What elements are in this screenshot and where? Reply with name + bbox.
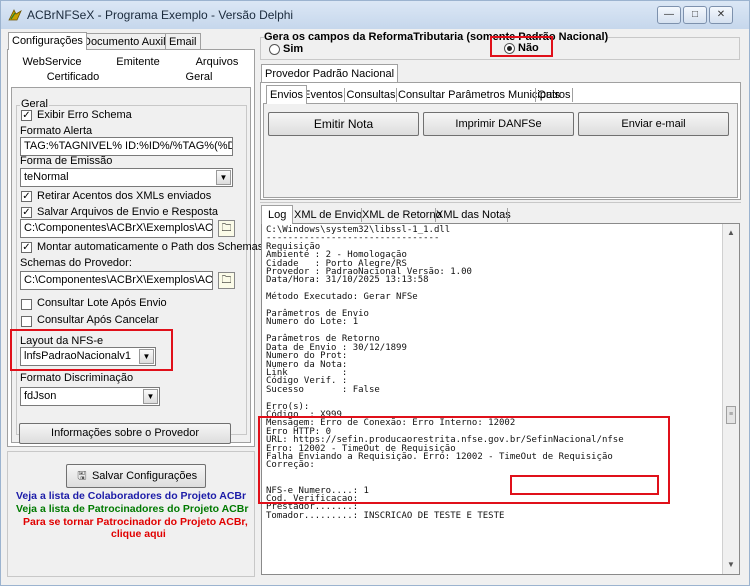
log-memo[interactable]: C:\Windows\system32\libssl-1_1.dll ------… — [261, 223, 740, 575]
radio-sim-label: Sim — [283, 43, 304, 55]
close-icon: ✕ — [716, 9, 726, 20]
main-window: ACBrNFSeX - Programa Exemplo - Versão De… — [0, 0, 750, 586]
tab-provedor-padrao-nacional[interactable]: Provedor Padrão Nacional — [261, 64, 399, 83]
formato-disc-value: fdJson — [24, 390, 57, 402]
vertical-scrollbar[interactable]: ▲ ≡ ▼ — [722, 224, 739, 574]
log-line: Sucesso : False — [266, 384, 380, 395]
formato-alerta-input[interactable]: TAG:%TAGNIVEL% ID:%ID%/%TAG%(%DESCRI — [20, 137, 233, 156]
window-title: ACBrNFSeX - Programa Exemplo - Versão De… — [27, 8, 294, 22]
minimize-icon: — — [664, 9, 674, 20]
enviar-email-button[interactable]: Enviar e-mail — [578, 112, 729, 136]
reforma-title: Gera os campos da ReformaTributaria (som… — [264, 31, 609, 43]
log-line: Tomador.........: INSCRICAO DE TESTE E T… — [266, 510, 505, 521]
info-provedor-button[interactable]: Informações sobre o Provedor — [19, 423, 231, 444]
link-patrocinadores[interactable]: Veja a lista de Patrocinadores do Projet… — [16, 503, 248, 515]
exibir-erro-label: Exibir Erro Schema — [37, 109, 132, 121]
salvar-config-label: Salvar Configurações — [91, 470, 198, 482]
link-tornar-patrocinador[interactable]: Para se tornar Patrocinador do Projeto A… — [23, 516, 248, 528]
forma-emissao-value: teNormal — [24, 171, 69, 183]
tab-email[interactable]: Email — [165, 33, 201, 50]
log-line: Data/Hora: 31/10/2025 13:13:58 — [266, 275, 429, 286]
browse-folder-button[interactable]: 🗀 — [218, 220, 235, 237]
retirar-acentos-label: Retirar Acentos dos XMLs enviados — [37, 190, 212, 202]
highlight-layout-box — [10, 329, 173, 371]
folder-icon: 🗀 — [221, 275, 232, 286]
app-icon — [8, 9, 22, 21]
montar-path-checkbox[interactable]: ✓ — [21, 242, 32, 253]
tab-divider — [507, 208, 508, 222]
highlight-timeout-box — [510, 475, 659, 495]
forma-emissao-select[interactable]: teNormal ▼ — [20, 168, 233, 187]
forma-emissao-label: Forma de Emissão — [20, 155, 113, 167]
tab-eventos[interactable]: Eventos — [303, 89, 343, 101]
log-line: Método Executado: Gerar NFSe — [266, 292, 418, 303]
consultar-cancelar-label: Consultar Após Cancelar — [37, 314, 159, 326]
scroll-down-icon[interactable]: ▼ — [727, 560, 735, 569]
log-line: -------------------------------- — [266, 233, 440, 244]
formato-disc-select[interactable]: fdJson ▼ — [20, 387, 160, 406]
tab-arquivos[interactable]: Arquivos — [185, 56, 249, 68]
schemas-label: Schemas do Provedor: — [20, 257, 132, 269]
close-button[interactable]: ✕ — [709, 6, 733, 24]
tab-divider — [396, 88, 397, 102]
salvar-arquivos-checkbox[interactable]: ✓ — [21, 207, 32, 218]
scroll-up-icon[interactable]: ▲ — [727, 228, 735, 237]
tab-divider — [535, 88, 536, 102]
tab-envios[interactable]: Envios — [266, 85, 308, 104]
imprimir-danfse-button[interactable]: Imprimir DANFSe — [423, 112, 574, 136]
log-line: Numero do Lote: 1 — [266, 317, 359, 328]
link-clique-aqui[interactable]: clique aqui — [111, 528, 166, 540]
minimize-button[interactable]: — — [657, 6, 681, 24]
retirar-acentos-checkbox[interactable]: ✓ — [21, 191, 32, 202]
maximize-button[interactable]: □ — [683, 6, 707, 24]
tab-log[interactable]: Log — [261, 205, 294, 224]
tab-xml-envio[interactable]: XML de Envio — [294, 209, 362, 221]
maximize-icon: □ — [691, 9, 699, 20]
tab-certificado[interactable]: Certificado — [13, 71, 133, 83]
tab-divider — [572, 88, 573, 102]
link-colaboradores[interactable]: Veja a lista de Colaboradores do Projeto… — [16, 490, 246, 502]
save-icon: 🖫 — [77, 470, 87, 482]
chevron-down-icon: ▼ — [143, 389, 158, 404]
exibir-erro-checkbox[interactable]: ✓ — [21, 110, 32, 121]
tab-outros[interactable]: Outros — [537, 89, 571, 101]
tab-geral[interactable]: Geral — [151, 71, 247, 83]
splitter[interactable] — [260, 202, 741, 203]
formato-alerta-label: Formato Alerta — [20, 125, 93, 137]
tab-divider — [435, 208, 436, 222]
folder-icon: 🗀 — [221, 223, 232, 234]
emitir-nota-button[interactable]: Emitir Nota — [268, 112, 419, 136]
title-bar: ACBrNFSeX - Programa Exemplo - Versão De… — [1, 1, 749, 29]
highlight-nao-box — [490, 36, 553, 57]
path-schemas-input[interactable]: C:\Componentes\ACBrX\Exemplos\ACBrDFe\S — [20, 271, 213, 290]
tab-divider — [361, 208, 362, 222]
tab-consultas[interactable]: Consultas — [346, 89, 396, 101]
tab-consultar-parametros[interactable]: Consultar Parâmetros Municipais — [398, 89, 560, 101]
salvar-arquivos-label: Salvar Arquivos de Envio e Resposta — [37, 206, 218, 218]
browse-schemas-button[interactable]: 🗀 — [218, 272, 235, 289]
tab-divider — [344, 88, 345, 102]
tab-configuracoes[interactable]: Configurações — [8, 32, 87, 50]
tab-webservice[interactable]: WebService — [13, 56, 91, 68]
path-arquivos-input[interactable]: C:\Componentes\ACBrX\Exemplos\ACBrDFe\A — [20, 219, 213, 238]
consultar-cancelar-checkbox[interactable] — [21, 316, 32, 327]
chevron-down-icon: ▼ — [216, 170, 231, 185]
tab-xml-retorno[interactable]: XML de Retorno — [362, 209, 442, 221]
formato-disc-label: Formato Discriminação — [20, 372, 134, 384]
salvar-config-button[interactable]: 🖫 Salvar Configurações — [66, 464, 206, 488]
tab-emitente[interactable]: Emitente — [103, 56, 173, 68]
radio-sim[interactable] — [269, 44, 280, 55]
consultar-lote-checkbox[interactable] — [21, 299, 32, 310]
consultar-lote-label: Consultar Lote Após Envio — [37, 297, 167, 309]
scroll-thumb[interactable]: ≡ — [726, 406, 736, 424]
montar-path-label: Montar automaticamente o Path dos Schema… — [37, 241, 264, 253]
tab-xml-notas[interactable]: XML das Notas — [436, 209, 511, 221]
